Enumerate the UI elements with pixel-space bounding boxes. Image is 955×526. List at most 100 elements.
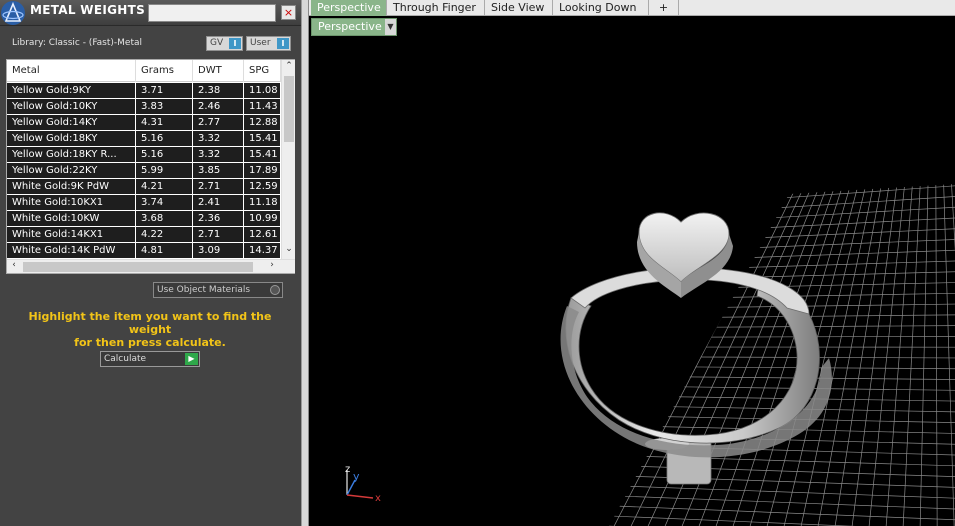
cell-grams: 5.16: [136, 147, 193, 163]
cell-dwt: 2.71: [193, 179, 244, 195]
cell-dwt: 2.41: [193, 195, 244, 211]
metal-table: Metal Grams DWT SPG Yellow Gold:9KY 3.71…: [6, 59, 295, 274]
library-label: Library: Classic - (Fast)-Metal: [12, 38, 143, 48]
cell-metal: Yellow Gold:18KY: [7, 131, 136, 147]
panel-splitter[interactable]: [301, 0, 309, 526]
cell-metal: Yellow Gold:14KY: [7, 115, 136, 131]
cell-spg: 17.89: [244, 163, 281, 179]
column-header-dwt[interactable]: DWT: [193, 60, 244, 82]
cell-spg: 12.88: [244, 115, 281, 131]
chevron-down-icon: ▼: [385, 19, 396, 35]
cell-spg: 15.41: [244, 147, 281, 163]
table-header: Metal Grams DWT SPG: [7, 60, 281, 82]
cell-metal: Yellow Gold:10KY: [7, 99, 136, 115]
axis-y-label: y: [353, 470, 360, 483]
cell-grams: 5.99: [136, 163, 193, 179]
cell-dwt: 2.46: [193, 99, 244, 115]
cell-grams: 5.16: [136, 131, 193, 147]
axis-x-label: x: [375, 493, 381, 504]
radio-indicator-icon: [270, 285, 280, 295]
scroll-up-icon[interactable]: ⌃: [282, 61, 296, 71]
cell-metal: White Gold:9K PdW: [7, 179, 136, 195]
cell-dwt: 3.32: [193, 147, 244, 163]
table-row[interactable]: White Gold:10KW 3.68 2.36 10.99: [7, 211, 281, 227]
column-header-spg[interactable]: SPG: [244, 60, 281, 82]
cell-grams: 4.21: [136, 179, 193, 195]
cell-spg: 11.08: [244, 83, 281, 99]
axis-gizmo: z y x: [345, 464, 381, 504]
scroll-right-icon[interactable]: ›: [265, 260, 279, 270]
cell-grams: 4.81: [136, 243, 193, 259]
user-toggle[interactable]: User I: [246, 36, 291, 51]
scroll-down-icon[interactable]: ⌄: [282, 244, 296, 254]
table-body: Yellow Gold:9KY 3.71 2.38 11.08 Yellow G…: [7, 83, 281, 259]
view-dropdown-label: Perspective: [318, 20, 382, 33]
app-logo-icon: [1, 1, 25, 25]
cell-metal: Yellow Gold:18KY R...: [7, 147, 136, 163]
column-header-metal[interactable]: Metal: [7, 60, 136, 82]
use-object-materials-label: Use Object Materials: [157, 285, 251, 295]
cell-metal: White Gold:10KX1: [7, 195, 136, 211]
table-row[interactable]: White Gold:10KX1 3.74 2.41 11.18: [7, 195, 281, 211]
table-row[interactable]: Yellow Gold:9KY 3.71 2.38 11.08: [7, 83, 281, 99]
table-row[interactable]: Yellow Gold:22KY 5.99 3.85 17.89: [7, 163, 281, 179]
cell-dwt: 2.71: [193, 227, 244, 243]
cell-spg: 12.61: [244, 227, 281, 243]
3d-viewport[interactable]: z y x: [309, 36, 955, 526]
table-row[interactable]: White Gold:9K PdW 4.21 2.71 12.59: [7, 179, 281, 195]
vertical-scroll-thumb[interactable]: [284, 76, 294, 142]
cell-dwt: 2.38: [193, 83, 244, 99]
horizontal-scroll-thumb[interactable]: [23, 262, 253, 272]
play-arrow-icon: ▶: [185, 353, 198, 365]
panel-header: METAL WEIGHTS ×: [0, 0, 301, 26]
use-object-materials-toggle[interactable]: Use Object Materials: [153, 282, 283, 298]
close-button[interactable]: ×: [281, 5, 296, 20]
cell-grams: 3.68: [136, 211, 193, 227]
instruction-text: Highlight the item you want to find the …: [10, 310, 290, 349]
table-row[interactable]: Yellow Gold:18KY 5.16 3.32 15.41: [7, 131, 281, 147]
cell-spg: 10.99: [244, 211, 281, 227]
panel-title: METAL WEIGHTS: [30, 3, 146, 17]
table-row[interactable]: White Gold:14KX1 4.22 2.71 12.61: [7, 227, 281, 243]
cell-spg: 12.59: [244, 179, 281, 195]
calculate-label: Calculate: [104, 354, 147, 364]
scroll-left-icon[interactable]: ‹: [7, 260, 21, 270]
table-row[interactable]: Yellow Gold:14KY 4.31 2.77 12.88: [7, 115, 281, 131]
tab-looking-down[interactable]: Looking Down: [553, 0, 649, 16]
title-bar-spacer: [148, 4, 276, 22]
calculate-button[interactable]: Calculate ▶: [100, 351, 200, 367]
vertical-scrollbar[interactable]: ⌃ ⌄: [281, 60, 295, 259]
ring-model: [560, 212, 832, 485]
metal-weights-panel: METAL WEIGHTS × Library: Classic - (Fast…: [0, 0, 301, 526]
cell-dwt: 3.09: [193, 243, 244, 259]
view-tab-bar: Perspective Through Finger Side View Loo…: [309, 0, 955, 16]
cell-dwt: 2.77: [193, 115, 244, 131]
tab-perspective[interactable]: Perspective: [311, 0, 387, 16]
column-header-grams[interactable]: Grams: [136, 60, 193, 82]
cell-spg: 11.43: [244, 99, 281, 115]
table-row[interactable]: White Gold:14K PdW 4.81 3.09 14.37: [7, 243, 281, 259]
horizontal-scrollbar[interactable]: ‹ ›: [7, 259, 295, 273]
instruction-line-1: Highlight the item you want to find the …: [28, 310, 272, 336]
instruction-line-2: for then press calculate.: [74, 336, 226, 349]
cell-dwt: 2.36: [193, 211, 244, 227]
cell-grams: 4.31: [136, 115, 193, 131]
gv-toggle-label: GV: [210, 38, 224, 48]
cell-grams: 3.83: [136, 99, 193, 115]
add-tab-button[interactable]: +: [649, 0, 679, 16]
user-toggle-label: User: [250, 38, 271, 48]
table-row[interactable]: Yellow Gold:18KY R... 5.16 3.32 15.41: [7, 147, 281, 163]
cell-dwt: 3.32: [193, 131, 244, 147]
cell-metal: White Gold:14K PdW: [7, 243, 136, 259]
cell-grams: 3.71: [136, 83, 193, 99]
view-dropdown[interactable]: Perspective ▼: [311, 18, 397, 36]
gv-indicator-icon: I: [229, 38, 241, 49]
cell-grams: 4.22: [136, 227, 193, 243]
tab-side-view[interactable]: Side View: [485, 0, 553, 16]
gv-toggle[interactable]: GV I: [206, 36, 243, 51]
cell-metal: White Gold:14KX1: [7, 227, 136, 243]
tab-through-finger[interactable]: Through Finger: [387, 0, 485, 16]
cell-grams: 3.74: [136, 195, 193, 211]
user-indicator-icon: I: [277, 38, 289, 49]
table-row[interactable]: Yellow Gold:10KY 3.83 2.46 11.43: [7, 99, 281, 115]
